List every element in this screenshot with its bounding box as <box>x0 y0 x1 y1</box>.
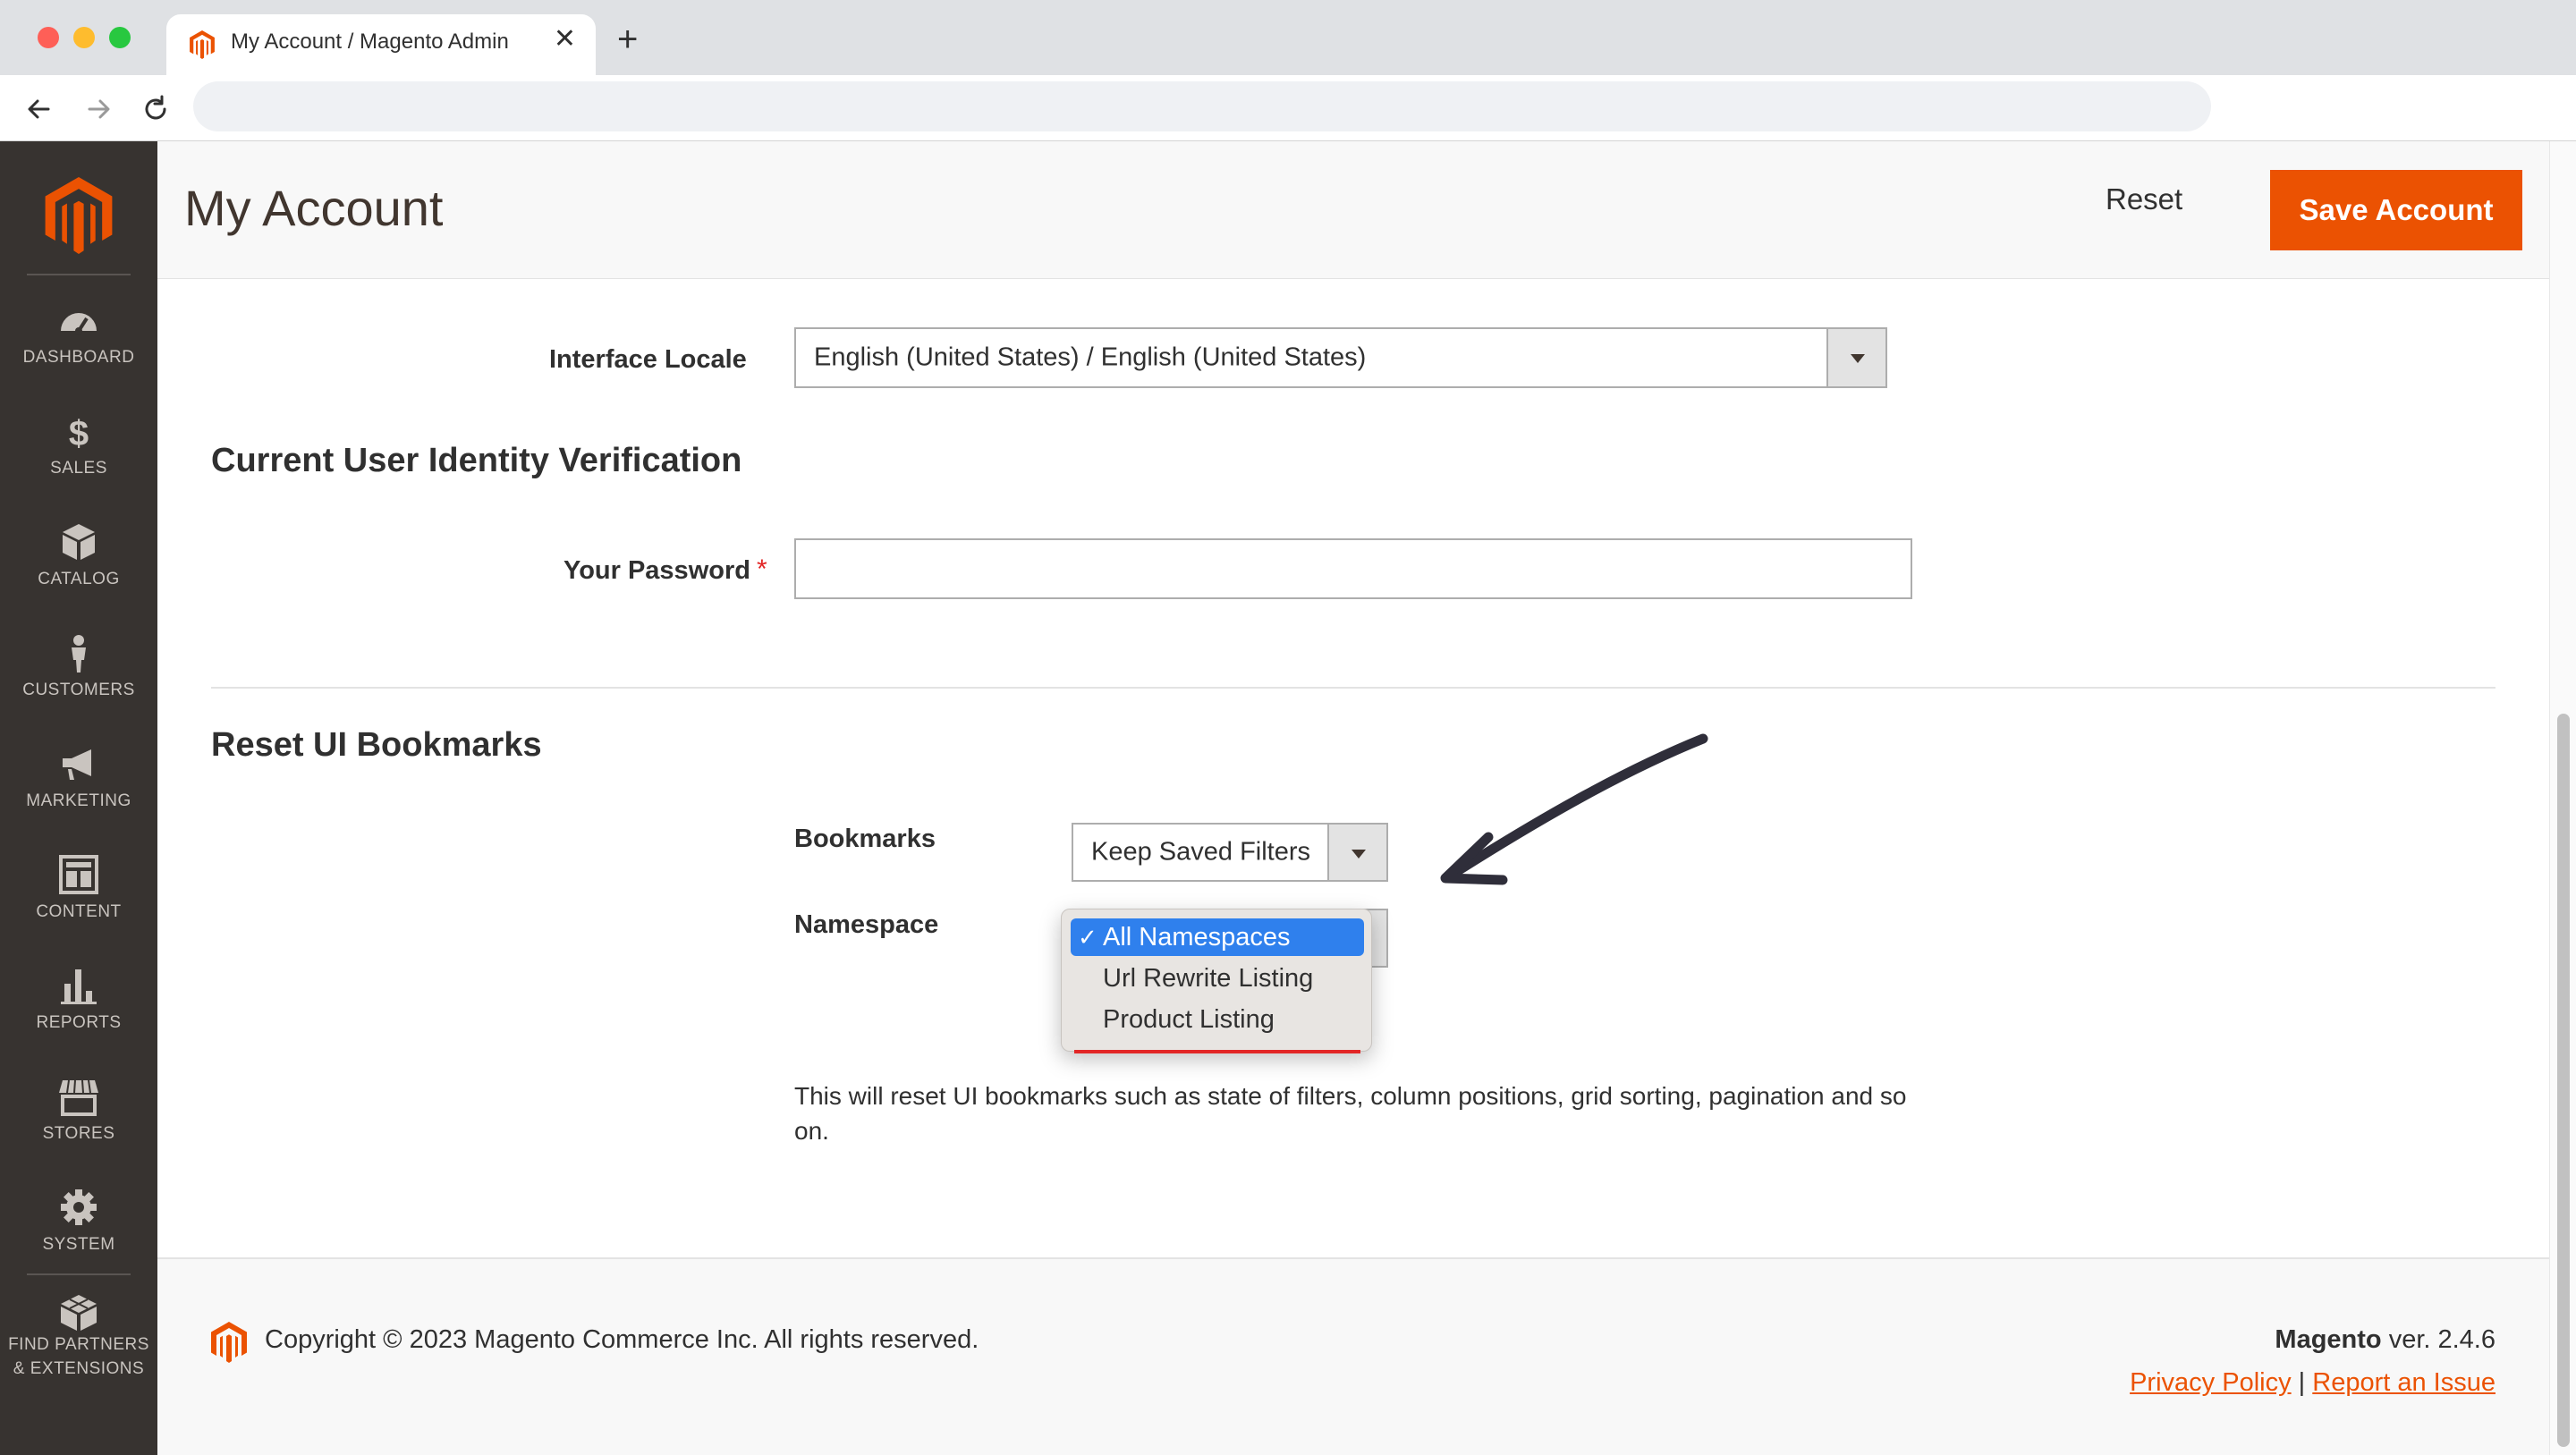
person-icon <box>72 635 86 673</box>
chevron-down-icon <box>1327 825 1386 880</box>
browser-toolbar <box>0 75 2576 141</box>
sidebar-item-catalog[interactable]: CATALOG <box>0 522 157 591</box>
sidebar-item-label: REPORTS <box>36 1013 122 1032</box>
sidebar-item-label: CUSTOMERS <box>22 681 135 699</box>
privacy-policy-link[interactable]: Privacy Policy <box>2130 1368 2292 1397</box>
namespace-option-url-rewrite[interactable]: Url Rewrite Listing <box>1071 960 1364 997</box>
browser-tab-bar: My Account / Magento Admin ✕ + <box>0 0 2576 75</box>
section-divider <box>211 687 2496 689</box>
svg-text:$: $ <box>69 414 89 451</box>
chevron-down-icon <box>1826 329 1885 386</box>
interface-locale-value: English (United States) / English (Unite… <box>814 343 1367 372</box>
brand-name: Magento <box>2275 1325 2382 1354</box>
sidebar-item-label: DASHBOARD <box>22 348 135 367</box>
sidebar-item-marketing[interactable]: MARKETING <box>0 744 157 813</box>
tab-close-icon[interactable]: ✕ <box>554 23 576 55</box>
sidebar-item-label: SYSTEM <box>42 1235 115 1254</box>
version-number: ver. 2.4.6 <box>2381 1325 2496 1354</box>
layout-icon <box>59 855 98 894</box>
page-title: My Account <box>184 180 444 236</box>
sidebar-item-content[interactable]: CONTENT <box>0 855 157 924</box>
sidebar-item-label: STORES <box>42 1124 115 1143</box>
maximize-window-button[interactable] <box>109 27 131 48</box>
admin-sidebar: DASHBOARD $ SALES CATALOG CUSTOMERS MARK… <box>0 141 157 1455</box>
close-window-button[interactable] <box>38 27 59 48</box>
cubes-icon <box>61 1295 97 1331</box>
interface-locale-label: Interface Locale <box>549 345 747 374</box>
password-label: Your Password <box>564 556 750 585</box>
interface-locale-select[interactable]: English (United States) / English (Unite… <box>794 327 1887 388</box>
sidebar-item-customers[interactable]: CUSTOMERS <box>0 633 157 702</box>
gear-icon <box>61 1189 97 1225</box>
option-label: All Namespaces <box>1103 923 1291 952</box>
minimize-window-button[interactable] <box>73 27 95 48</box>
namespace-option-product-listing[interactable]: Product Listing <box>1071 1001 1364 1038</box>
footer-links: Privacy Policy | Report an Issue <box>2130 1368 2496 1398</box>
bookmarks-value: Keep Saved Filters <box>1091 837 1311 867</box>
sidebar-item-dashboard[interactable]: DASHBOARD <box>0 300 157 369</box>
version-text: Magento ver. 2.4.6 <box>2275 1325 2496 1355</box>
new-tab-button[interactable]: + <box>617 20 638 60</box>
tab-title: My Account / Magento Admin <box>231 30 509 54</box>
reload-icon[interactable] <box>138 91 174 127</box>
sidebar-divider <box>27 1273 131 1275</box>
checkmark-icon: ✓ <box>1078 924 1097 951</box>
bar-chart-icon <box>61 969 97 1004</box>
sidebar-item-system[interactable]: SYSTEM <box>0 1188 157 1256</box>
required-indicator: * <box>757 554 767 584</box>
magento-logo-icon <box>211 1322 247 1363</box>
bookmarks-note: This will reset UI bookmarks such as sta… <box>794 1082 1907 1145</box>
dashboard-icon <box>61 313 97 334</box>
bookmarks-label: Bookmarks <box>794 825 936 853</box>
sidebar-divider <box>27 274 131 275</box>
sidebar-item-label: CONTENT <box>36 902 122 921</box>
page-header: My Account Reset Save Account <box>157 141 2549 279</box>
sidebar-partners-label-line2: & EXTENSIONS <box>13 1359 145 1378</box>
bookmarks-section-title: Reset UI Bookmarks <box>211 726 542 764</box>
back-arrow-icon[interactable] <box>21 91 57 127</box>
sidebar-item-partners[interactable]: FIND PARTNERS & EXTENSIONS <box>0 1293 157 1381</box>
browser-tab[interactable]: My Account / Magento Admin ✕ <box>166 14 596 75</box>
report-issue-link[interactable]: Report an Issue <box>2312 1368 2496 1397</box>
forward-arrow-icon[interactable] <box>80 91 116 127</box>
sidebar-item-stores[interactable]: STORES <box>0 1077 157 1146</box>
reset-button[interactable]: Reset <box>2106 182 2182 216</box>
sidebar-item-label: MARKETING <box>26 791 131 810</box>
option-label: Url Rewrite Listing <box>1103 964 1314 993</box>
save-account-button[interactable]: Save Account <box>2270 170 2522 250</box>
page-scrollbar[interactable] <box>2549 141 2576 1455</box>
megaphone-icon <box>63 749 91 780</box>
dollar-icon: $ <box>69 414 89 451</box>
copyright-text: Copyright © 2023 Magento Commerce Inc. A… <box>265 1325 979 1354</box>
annotation-arrow-icon <box>1440 733 1708 885</box>
page-footer: Copyright © 2023 Magento Commerce Inc. A… <box>157 1257 2549 1455</box>
scrollbar-thumb[interactable] <box>2557 714 2570 1447</box>
sidebar-partners-label-line1: FIND PARTNERS <box>8 1335 149 1354</box>
namespace-option-all[interactable]: ✓ All Namespaces <box>1071 918 1364 956</box>
sidebar-item-reports[interactable]: REPORTS <box>0 966 157 1035</box>
magento-favicon-icon <box>190 30 215 59</box>
address-bar[interactable] <box>193 81 2211 131</box>
storefront-icon <box>59 1079 98 1116</box>
bookmarks-select[interactable]: Keep Saved Filters <box>1072 823 1388 882</box>
password-field[interactable] <box>794 538 1912 599</box>
box-icon <box>63 524 95 560</box>
dropdown-focus-underline <box>1074 1050 1360 1053</box>
option-label: Product Listing <box>1103 1005 1275 1034</box>
link-separator: | <box>2298 1368 2306 1397</box>
verification-section-title: Current User Identity Verification <box>211 442 742 479</box>
sidebar-item-label: SALES <box>50 459 107 478</box>
sidebar-item-label: CATALOG <box>38 570 120 588</box>
namespace-dropdown-menu: ✓ All Namespaces Url Rewrite Listing Pro… <box>1061 909 1372 1053</box>
magento-logo-icon[interactable] <box>45 177 113 254</box>
namespace-label: Namespace <box>794 910 939 939</box>
sidebar-item-sales[interactable]: $ SALES <box>0 411 157 480</box>
